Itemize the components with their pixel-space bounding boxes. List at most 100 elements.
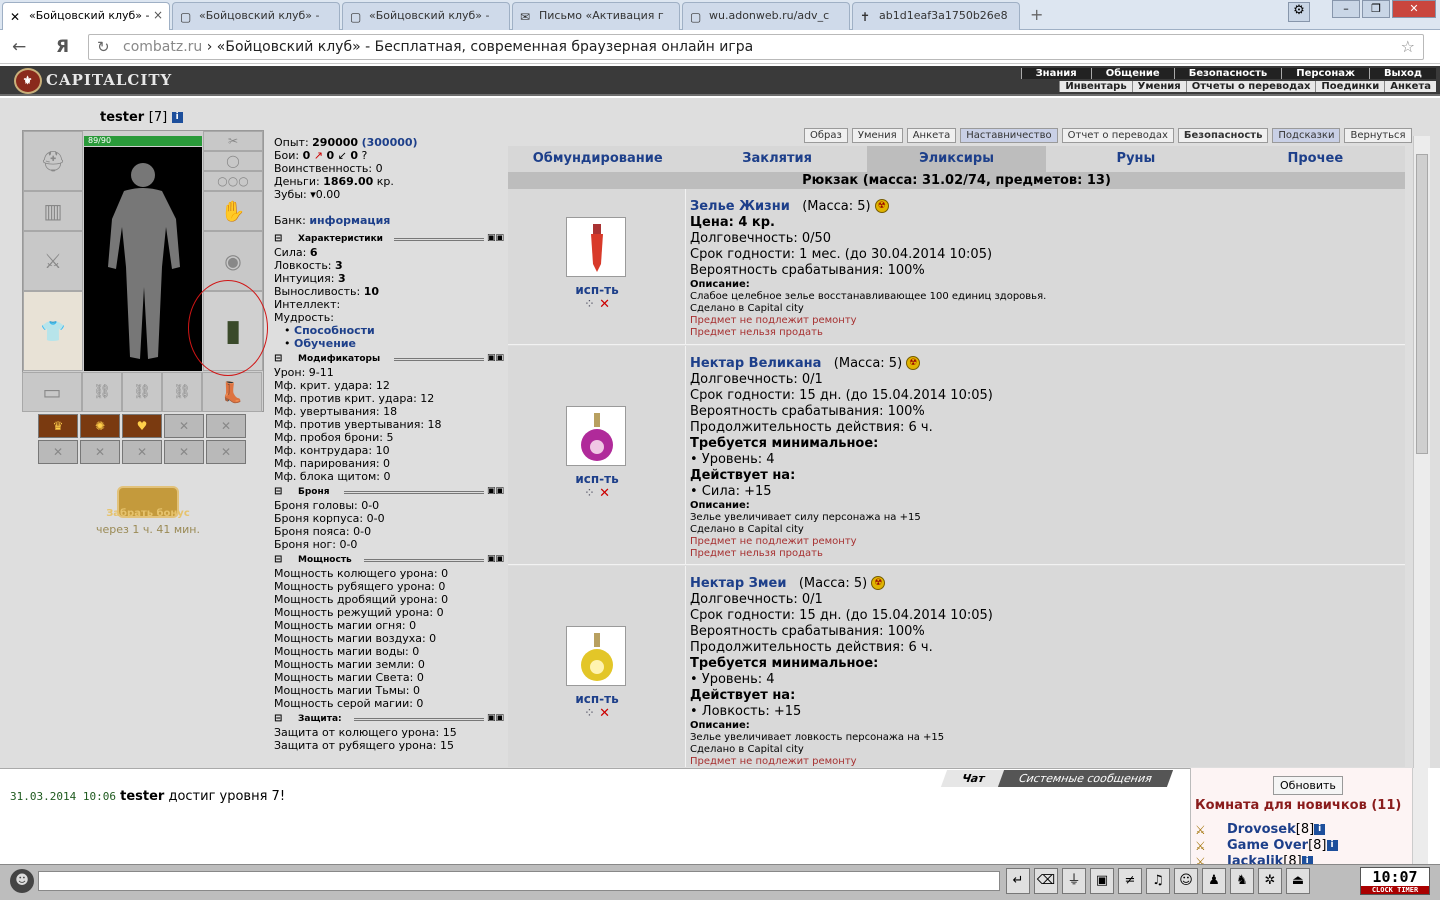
gem-slot-8[interactable]: ✕ <box>122 440 162 464</box>
section-power[interactable]: Мощность▣▣ <box>274 553 504 567</box>
eraser-icon[interactable]: ⌫ <box>1034 868 1058 894</box>
user-item[interactable]: Drovosek[8]i <box>1195 822 1338 838</box>
tab-mentoring[interactable]: Наставничество <box>960 128 1058 143</box>
scrollbar-thumb[interactable] <box>1416 154 1428 454</box>
sound-icon[interactable]: ♫ <box>1146 868 1170 894</box>
tab-other[interactable]: Прочее <box>1226 146 1405 172</box>
menu-security[interactable]: Безопасность <box>1173 68 1282 79</box>
minimize-button[interactable]: – <box>1332 0 1360 18</box>
tab-system-messages[interactable]: Системные сообщения <box>997 770 1173 787</box>
tab-chat[interactable]: Чат <box>940 770 1006 787</box>
tab-profile[interactable]: Анкета <box>906 128 957 143</box>
belt-slot[interactable]: ▭ <box>22 372 82 412</box>
back-arrow-icon[interactable]: ← <box>12 37 26 57</box>
menu-communication[interactable]: Общение <box>1090 68 1174 79</box>
weapon-slot[interactable]: ⚔ <box>23 231 83 291</box>
yandex-icon[interactable]: Я <box>56 37 69 57</box>
refresh-button[interactable]: Обновить <box>1273 776 1343 795</box>
delete-icon[interactable]: ✕ <box>599 706 610 721</box>
puzzle-icon[interactable]: ⁘ <box>584 297 595 312</box>
tab-equipment[interactable]: Обмундирование <box>508 146 687 172</box>
item-name[interactable]: Зелье Жизни <box>690 199 790 214</box>
use-button[interactable]: исп-ть <box>508 692 686 706</box>
reload-icon[interactable]: ↻ <box>97 38 110 56</box>
gem-slot-1[interactable]: ♛ <box>38 414 78 438</box>
section-armor[interactable]: Броня▣▣ <box>274 485 504 499</box>
helmet-slot[interactable]: ⛑ <box>23 131 83 191</box>
gem-slot-2[interactable]: ✺ <box>80 414 120 438</box>
user-item[interactable]: Game Over[8]i <box>1195 838 1338 854</box>
translit-icon[interactable]: ≠ <box>1118 868 1142 894</box>
submenu-fights[interactable]: Поединки <box>1315 81 1384 92</box>
group-icon[interactable]: ♞ <box>1230 868 1254 894</box>
use-button[interactable]: исп-ть <box>508 283 686 297</box>
gem-slot-5[interactable]: ✕ <box>206 414 246 438</box>
boots-slot[interactable]: 👢 <box>202 372 262 412</box>
tab-hints[interactable]: Подсказки <box>1272 128 1341 143</box>
belt-item-slot-3[interactable]: ⛓ <box>162 372 202 412</box>
training-link[interactable]: • Обучение <box>274 337 504 350</box>
browser-tab-4[interactable]: ✉ Письмо «Активация г <box>512 2 680 30</box>
menu-character[interactable]: Персонаж <box>1281 68 1369 79</box>
gem-slot-7[interactable]: ✕ <box>80 440 120 464</box>
gem-slot-6[interactable]: ✕ <box>38 440 78 464</box>
submenu-inventory[interactable]: Инвентарь <box>1059 81 1131 92</box>
delete-icon[interactable]: ✕ <box>599 486 610 501</box>
bookmark-star-icon[interactable]: ☆ <box>1401 37 1415 56</box>
necklace-slot[interactable]: ◯ <box>203 151 263 171</box>
tab-image[interactable]: Образ <box>804 128 848 143</box>
submenu-skills[interactable]: Умения <box>1131 81 1186 92</box>
rings-slot[interactable]: ○○○ <box>203 171 263 191</box>
tab-return[interactable]: Вернуться <box>1344 128 1412 143</box>
delete-icon[interactable]: ✕ <box>599 297 610 312</box>
exit-icon[interactable]: ⏏ <box>1286 868 1310 894</box>
smile-menu-icon[interactable]: ☻ <box>10 869 34 893</box>
browser-tab-3[interactable]: ▢ «Бойцовский клуб» - <box>342 2 510 30</box>
section-characteristics[interactable]: Характеристики▣▣ <box>274 232 504 246</box>
game-logo[interactable]: ⚜ CAPITALCITY <box>14 68 172 94</box>
browser-tab-1[interactable]: ✕ «Бойцовский клуб» - × <box>2 2 170 30</box>
puzzle-icon[interactable]: ⁘ <box>584 706 595 721</box>
send-icon[interactable]: ↵ <box>1006 868 1030 894</box>
tab-close-icon[interactable]: × <box>153 8 163 22</box>
tab-security[interactable]: Безопасность <box>1177 128 1269 143</box>
belt-item-slot-1[interactable]: ⛓ <box>82 372 122 412</box>
section-modifiers[interactable]: Модификаторы▣▣ <box>274 352 504 366</box>
info-icon[interactable]: i <box>171 112 183 123</box>
abilities-link[interactable]: • Способности <box>274 324 504 337</box>
page-scrollbar[interactable] <box>1413 136 1430 768</box>
gem-slot-4[interactable]: ✕ <box>164 414 204 438</box>
players-icon[interactable]: ♟ <box>1202 868 1226 894</box>
submenu-profile[interactable]: Анкета <box>1384 81 1436 92</box>
settings-gear-icon[interactable]: ⚙ <box>1288 2 1310 22</box>
filter-icon[interactable]: ⏚ <box>1062 868 1086 894</box>
section-defense[interactable]: Защита:▣▣ <box>274 712 504 726</box>
belt-item-slot-2[interactable]: ⛓ <box>122 372 162 412</box>
menu-knowledge[interactable]: Знания <box>1020 68 1091 79</box>
gem-slot-10[interactable]: ✕ <box>206 440 246 464</box>
bonus-widget[interactable]: Забрать бонус через 1 ч. 41 мин. <box>96 486 200 536</box>
armor-slot[interactable]: 👕 <box>23 291 83 371</box>
tab-runes[interactable]: Руны <box>1046 146 1225 172</box>
url-field[interactable]: ↻ combatz.ru › «Бойцовский клуб» - Беспл… <box>88 34 1424 60</box>
new-tab-button[interactable]: + <box>1030 5 1043 24</box>
chat-input[interactable] <box>38 871 1000 891</box>
gloves-slot[interactable]: ✋ <box>203 191 263 231</box>
chat-scrollbar[interactable] <box>1412 768 1428 864</box>
window-close-button[interactable]: ✕ <box>1392 0 1436 18</box>
submenu-transfer-reports[interactable]: Отчеты о переводах <box>1185 81 1316 92</box>
tab-elixirs[interactable]: Эликсиры <box>866 146 1047 172</box>
use-button[interactable]: исп-ть <box>508 472 686 486</box>
item-name[interactable]: Нектар Великана <box>690 356 821 371</box>
browser-tab-5[interactable]: ▢ wu.adonweb.ru/adv_c <box>682 2 850 30</box>
bracers-slot[interactable]: ▥ <box>23 191 83 231</box>
menu-exit[interactable]: Выход <box>1368 68 1436 79</box>
tab-spells[interactable]: Заклятия <box>687 146 866 172</box>
browser-tab-2[interactable]: ▢ «Бойцовский клуб» - <box>172 2 340 30</box>
settings-icon[interactable]: ✲ <box>1258 868 1282 894</box>
puzzle-icon[interactable]: ⁘ <box>584 486 595 501</box>
tab-skills[interactable]: Умения <box>851 128 903 143</box>
tab-transfer-report[interactable]: Отчет о переводах <box>1061 128 1174 143</box>
maximize-button[interactable]: ❐ <box>1362 0 1390 18</box>
item-name[interactable]: Нектар Змеи <box>690 576 786 591</box>
